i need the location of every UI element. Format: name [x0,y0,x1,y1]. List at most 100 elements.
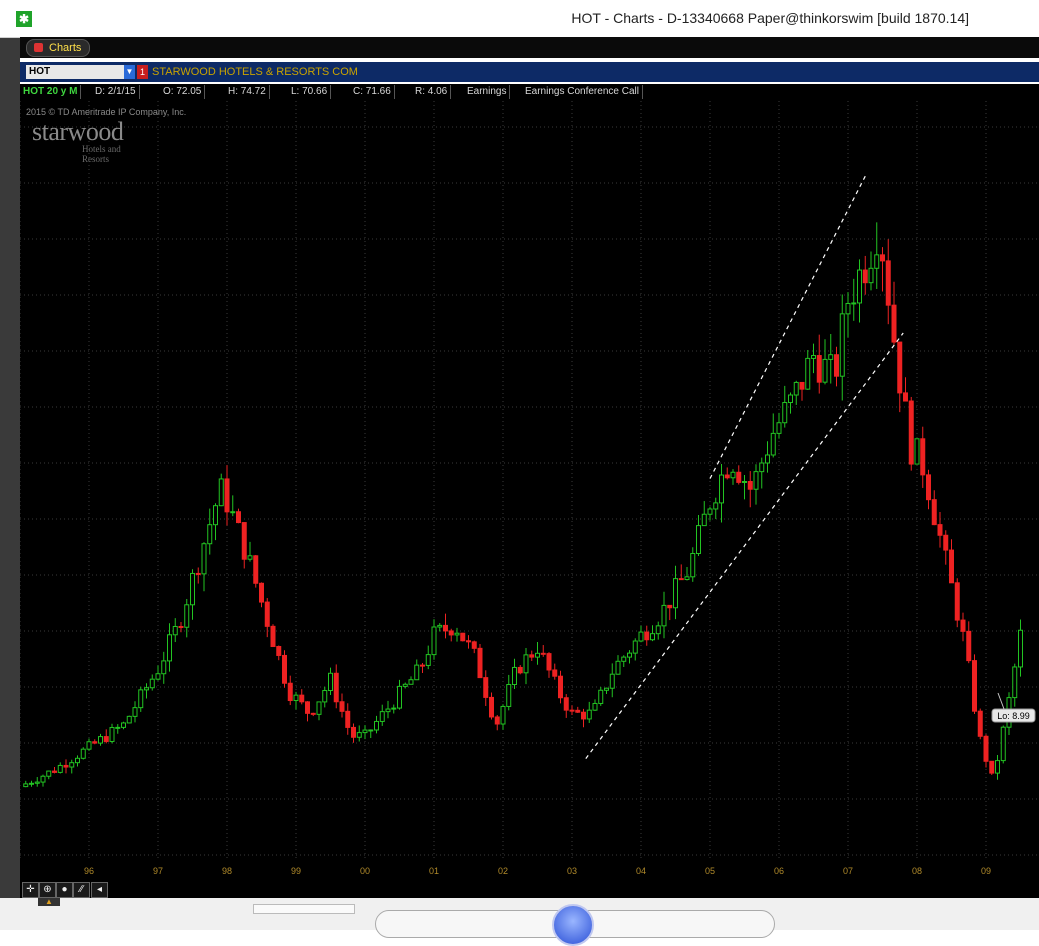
company-name: STARWOOD HOTELS & RESORTS COM [152,66,358,78]
candle-body [615,660,621,675]
candle-body [799,381,805,390]
candle-body [236,511,241,524]
candle-body [765,454,770,464]
candle-body [742,480,747,483]
candle-body [793,381,799,396]
candle-body [1012,666,1018,699]
candle-body [276,646,282,656]
candle-body [368,729,374,732]
candle-body [540,652,546,655]
logo-sub-line-1: Hotels and [82,144,121,154]
close-value: C: 71.66 [350,85,395,99]
candle-body [190,572,195,606]
candle-body [512,666,517,686]
app-icon: ✱ [16,11,32,27]
candle-body [667,604,673,609]
crosshair-tool-icon[interactable]: ✛ [22,882,39,898]
candle-body [80,748,86,759]
candle-body [788,394,793,404]
collapse-up-icon[interactable]: ▲ [38,898,60,906]
candle-body [891,304,897,343]
candle-body [471,641,477,649]
candle-body [805,357,811,390]
candle-body [241,522,247,560]
logo-sub-line-2: Resorts [82,154,109,164]
scroll-left-icon[interactable]: ◂ [91,882,108,898]
price-chart[interactable]: 96 97 98 99 00 01 02 03 04 05 06 07 08 09 Lo: 8.99 201… [20,101,1039,880]
series-label[interactable]: HOT 20 y M [20,85,82,99]
candle-body [719,474,724,504]
earnings-toggle[interactable]: Earnings [464,85,511,99]
candle-body [954,582,960,621]
candle-body [109,727,115,742]
candle-body [673,578,678,609]
candle-body [586,709,592,720]
drawing-tool-icon[interactable]: ∕∕ [73,882,90,898]
candle-body [529,654,535,658]
left-panel-strip [0,0,20,910]
candle-body [316,701,322,715]
x-tick-label: 05 [705,866,715,876]
candle-body [483,677,489,698]
candle-body [609,673,615,689]
magnifier-tool-icon[interactable]: ● [56,882,73,898]
chart-canvas[interactable]: 96 97 98 99 00 01 02 03 04 05 06 07 08 09 Lo: 8.99 [20,101,1039,880]
candle-body [149,678,155,689]
candle-body [747,480,753,490]
x-tick-label: 08 [912,866,922,876]
candle-body [506,684,512,707]
candle-body [132,707,138,717]
earnings-call-toggle[interactable]: Earnings Conference Call [522,85,643,99]
symbol-dropdown-icon[interactable]: ▼ [124,65,135,79]
tab-charts[interactable]: Charts [26,39,91,57]
copyright-watermark: 2015 © TD Ameritrade IP Company, Inc. [26,107,187,117]
candle-body [868,267,874,284]
candle-body [828,354,834,360]
candle-body [305,701,310,714]
candle-body [816,355,822,383]
candle-body [40,775,46,783]
x-tick-label: 98 [222,866,232,876]
candle-body [926,474,931,501]
candle-body [172,625,178,636]
start-orb-icon[interactable] [552,904,594,946]
candle-body [983,735,989,762]
candle-body [655,625,661,635]
candle-body [345,710,351,728]
candle-body [604,687,609,691]
candle-body [661,604,667,627]
candle-body [259,582,264,603]
candle-body [857,269,862,304]
x-tick-label: 00 [360,866,370,876]
x-tick-label: 99 [291,866,301,876]
x-tick-label: 04 [636,866,646,876]
candle-body [264,601,270,627]
tab-charts-label: Charts [49,42,82,54]
candle-body [770,432,776,456]
horizontal-scroller[interactable] [253,904,355,914]
candle-body [201,543,207,575]
candle-body [328,672,333,692]
symbol-link-flag[interactable]: 1 [137,65,148,79]
candle-body [736,471,742,483]
candle-body [500,705,506,725]
company-logo-subtitle: Hotels and Resorts [82,144,121,164]
candle-body [972,660,977,712]
x-tick-label: 01 [429,866,439,876]
candle-body [1018,629,1023,668]
symbol-input[interactable]: HOT [26,65,124,79]
candle-body [690,552,696,578]
candle-body [437,624,443,628]
candle-body [402,683,408,687]
zoom-tool-icon[interactable]: ⊕ [39,882,56,898]
candle-body [730,471,736,479]
candle-body [310,712,316,715]
candle-body [960,619,966,632]
candle-body [362,729,368,734]
candle-body [862,269,868,284]
taskbar: ▲ [0,898,1039,946]
candle-body [385,708,391,713]
candle-body [207,524,213,545]
candle-body [460,632,466,642]
candle-body [696,525,701,554]
